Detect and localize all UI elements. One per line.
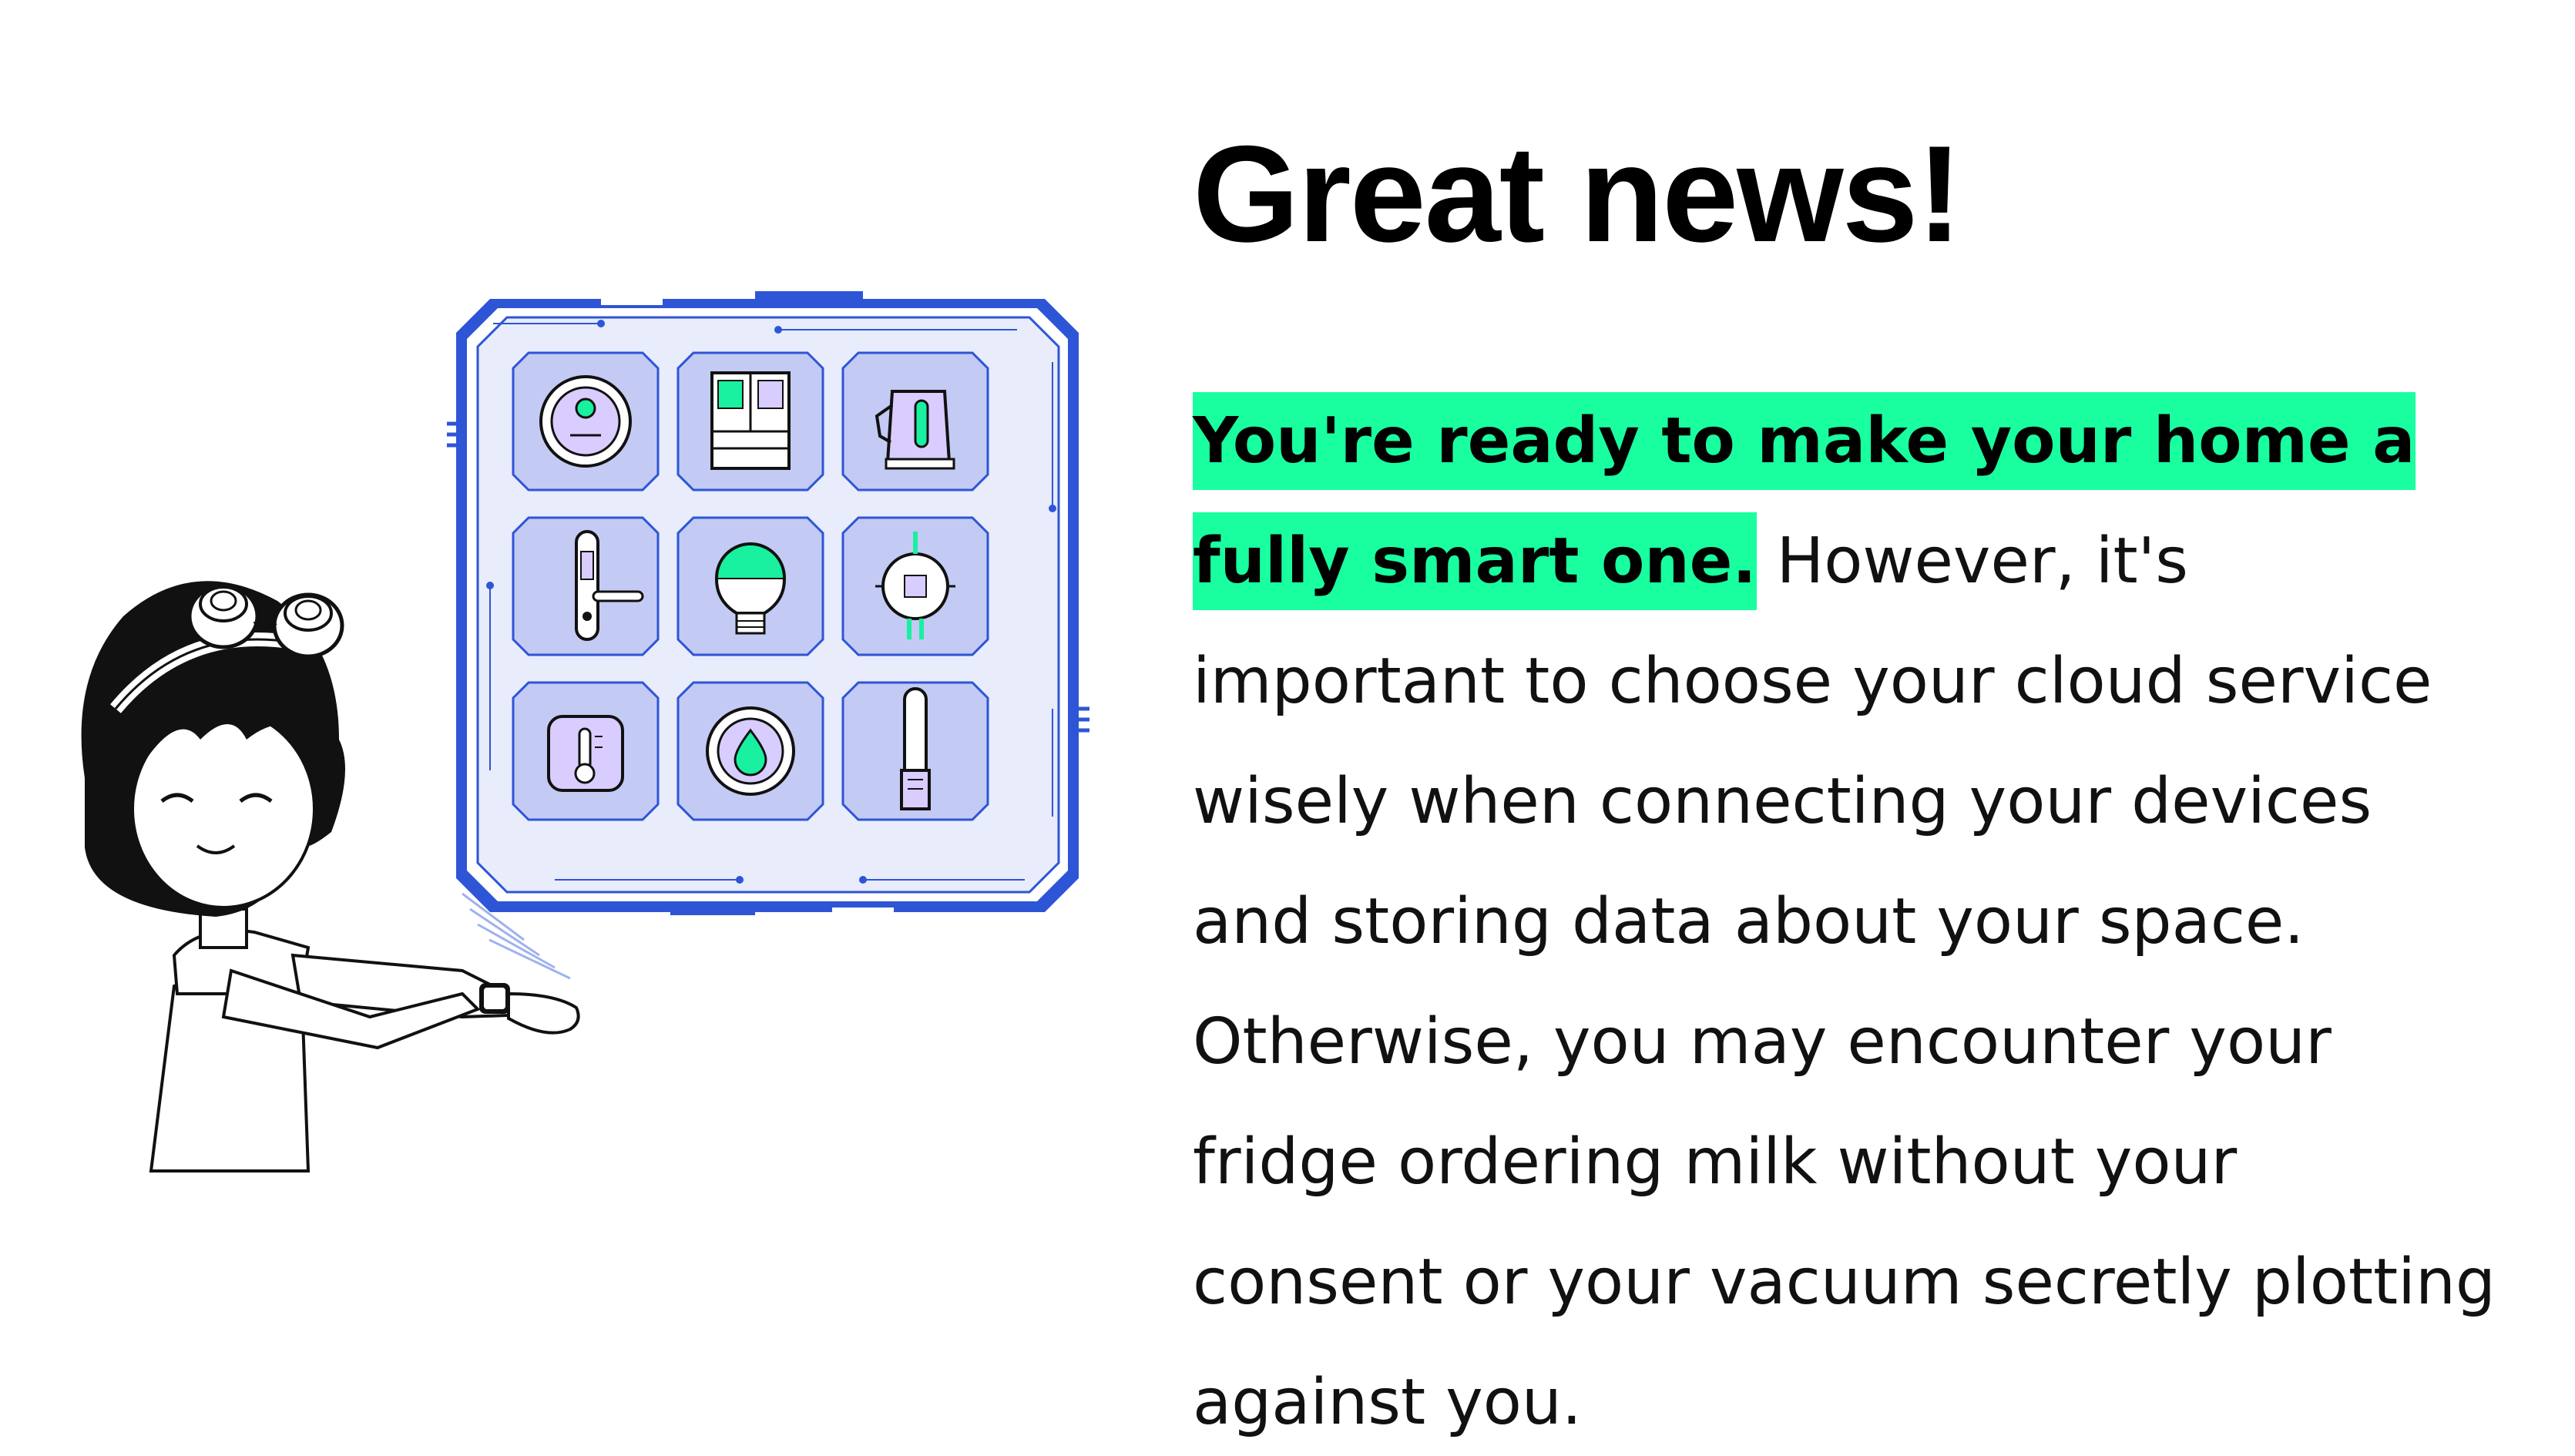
- paragraph-text: However, it's important to choose your c…: [1193, 524, 2496, 1439]
- robot-vacuum-icon: [512, 351, 660, 491]
- air-purifier-icon: [841, 681, 989, 821]
- thermostat-icon: [512, 681, 660, 821]
- fridge-icon: [676, 351, 824, 491]
- sensor-hub-icon: [841, 516, 989, 656]
- page: Great news! You're ready to make your ho…: [0, 0, 2575, 1456]
- content-column: Great news! You're ready to make your ho…: [1193, 116, 2518, 1456]
- page-title: Great news!: [1193, 117, 1962, 270]
- smart-bulb-icon: [676, 516, 824, 656]
- water-sensor-icon: [676, 681, 824, 821]
- body-paragraph: You're ready to make your home a fully s…: [1193, 381, 2503, 1456]
- kettle-icon: [841, 351, 989, 491]
- smart-lock-icon: [512, 516, 660, 656]
- smart-home-illustration: [62, 277, 1094, 1202]
- device-grid: [512, 351, 989, 821]
